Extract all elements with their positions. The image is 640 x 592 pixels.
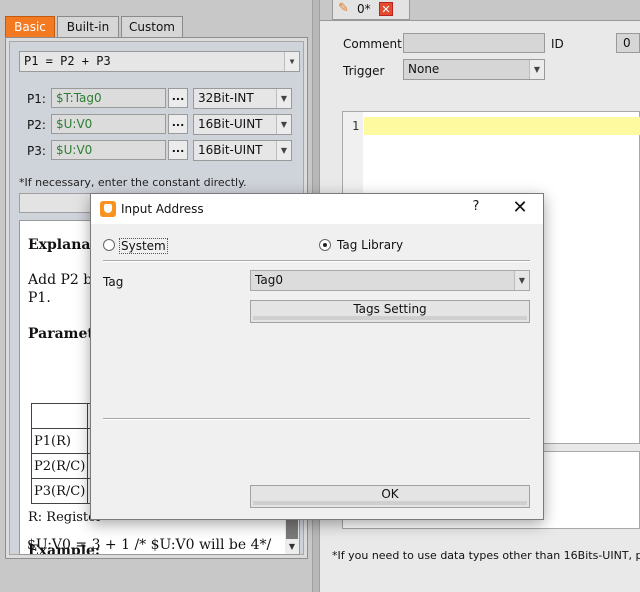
help-example-line: $U:V0 = 3 + 1 /* $U:V0 will be 4*/ [27, 537, 272, 553]
dialog-divider [103, 260, 530, 262]
radio-tag-library-label[interactable]: Tag Library [337, 238, 403, 252]
tag-label: Tag [103, 275, 124, 289]
table-cell: P1(R) [30, 428, 89, 454]
param-p3-label: P3: [27, 144, 46, 158]
tab-built-in[interactable]: Built-in [57, 16, 119, 38]
close-icon[interactable]: ✕ [509, 198, 531, 220]
document-tab-name: 0* [357, 2, 371, 16]
chevron-down-icon: ▼ [514, 271, 529, 290]
pencil-icon: ✎ [338, 1, 349, 16]
trigger-value: None [408, 62, 440, 76]
data-type-note: *If you need to use data types other tha… [332, 549, 640, 562]
close-tab-icon[interactable]: ✕ [379, 2, 393, 16]
help-icon[interactable]: ? [467, 199, 485, 219]
tag-dropdown[interactable]: Tag0 ▼ [250, 270, 530, 291]
table-cell: P2(R/C) [30, 453, 89, 479]
dialog-title: Input Address [121, 202, 204, 216]
comment-input[interactable] [403, 33, 545, 53]
trigger-label: Trigger [343, 64, 385, 78]
line-number: 1 [352, 119, 360, 133]
id-label: ID [551, 37, 564, 51]
table-cell: P3(R/C) [30, 478, 89, 504]
ok-button[interactable]: OK [250, 485, 530, 508]
formula-dropdown[interactable]: P1 = P2 + P3 ▼ [19, 51, 300, 72]
radio-system-label[interactable]: System [119, 238, 168, 254]
param-p3-type-value: 16Bit-UINT [198, 143, 263, 157]
param-p1-type-value: 32Bit-INT [198, 91, 254, 105]
chevron-down-icon: ▼ [276, 89, 291, 108]
radio-system[interactable] [103, 239, 115, 251]
param-p2-type-value: 16Bit-UINT [198, 117, 263, 131]
tags-setting-button[interactable]: Tags Setting [250, 300, 530, 323]
current-line-highlight [364, 117, 640, 135]
app-icon [100, 201, 116, 217]
input-address-dialog: Input Address ? ✕ System Tag Library Tag… [90, 193, 544, 520]
dialog-divider [103, 418, 530, 420]
param-p1-type-dropdown[interactable]: 32Bit-INT ▼ [193, 88, 292, 109]
chevron-down-icon: ▼ [529, 60, 544, 79]
tag-value: Tag0 [255, 273, 283, 287]
help-explanation-line2: P1. [28, 290, 51, 306]
param-p3-browse-button[interactable]: ... [168, 140, 188, 160]
comment-label: Comment [343, 37, 402, 51]
param-p1-input[interactable]: $T:Tag0 [51, 88, 166, 108]
chevron-down-icon: ▼ [284, 52, 299, 71]
radio-tag-library[interactable] [319, 239, 331, 251]
param-p1-label: P1: [27, 92, 46, 106]
param-p2-browse-button[interactable]: ... [168, 114, 188, 134]
formula-value: P1 = P2 + P3 [24, 54, 111, 68]
param-p3-input[interactable]: $U:V0 [51, 140, 166, 160]
param-p1-browse-button[interactable]: ... [168, 88, 188, 108]
trigger-dropdown[interactable]: None ▼ [403, 59, 545, 80]
param-p3-type-dropdown[interactable]: 16Bit-UINT ▼ [193, 140, 292, 161]
tab-custom[interactable]: Custom [121, 16, 183, 38]
chevron-down-icon: ▼ [276, 115, 291, 134]
id-input[interactable]: 0 [616, 33, 640, 53]
constant-hint-text: *If necessary, enter the constant direct… [19, 176, 247, 189]
param-p2-input[interactable]: $U:V0 [51, 114, 166, 134]
dialog-titlebar[interactable]: Input Address ? ✕ [91, 194, 543, 224]
scroll-down-icon[interactable]: ▼ [285, 540, 299, 554]
param-p2-type-dropdown[interactable]: 16Bit-UINT ▼ [193, 114, 292, 135]
table-cell [30, 403, 89, 429]
document-tab[interactable]: ✎ 0* ✕ [332, 0, 410, 20]
param-p2-label: P2: [27, 118, 46, 132]
tab-basic[interactable]: Basic [5, 16, 55, 38]
chevron-down-icon: ▼ [276, 141, 291, 160]
